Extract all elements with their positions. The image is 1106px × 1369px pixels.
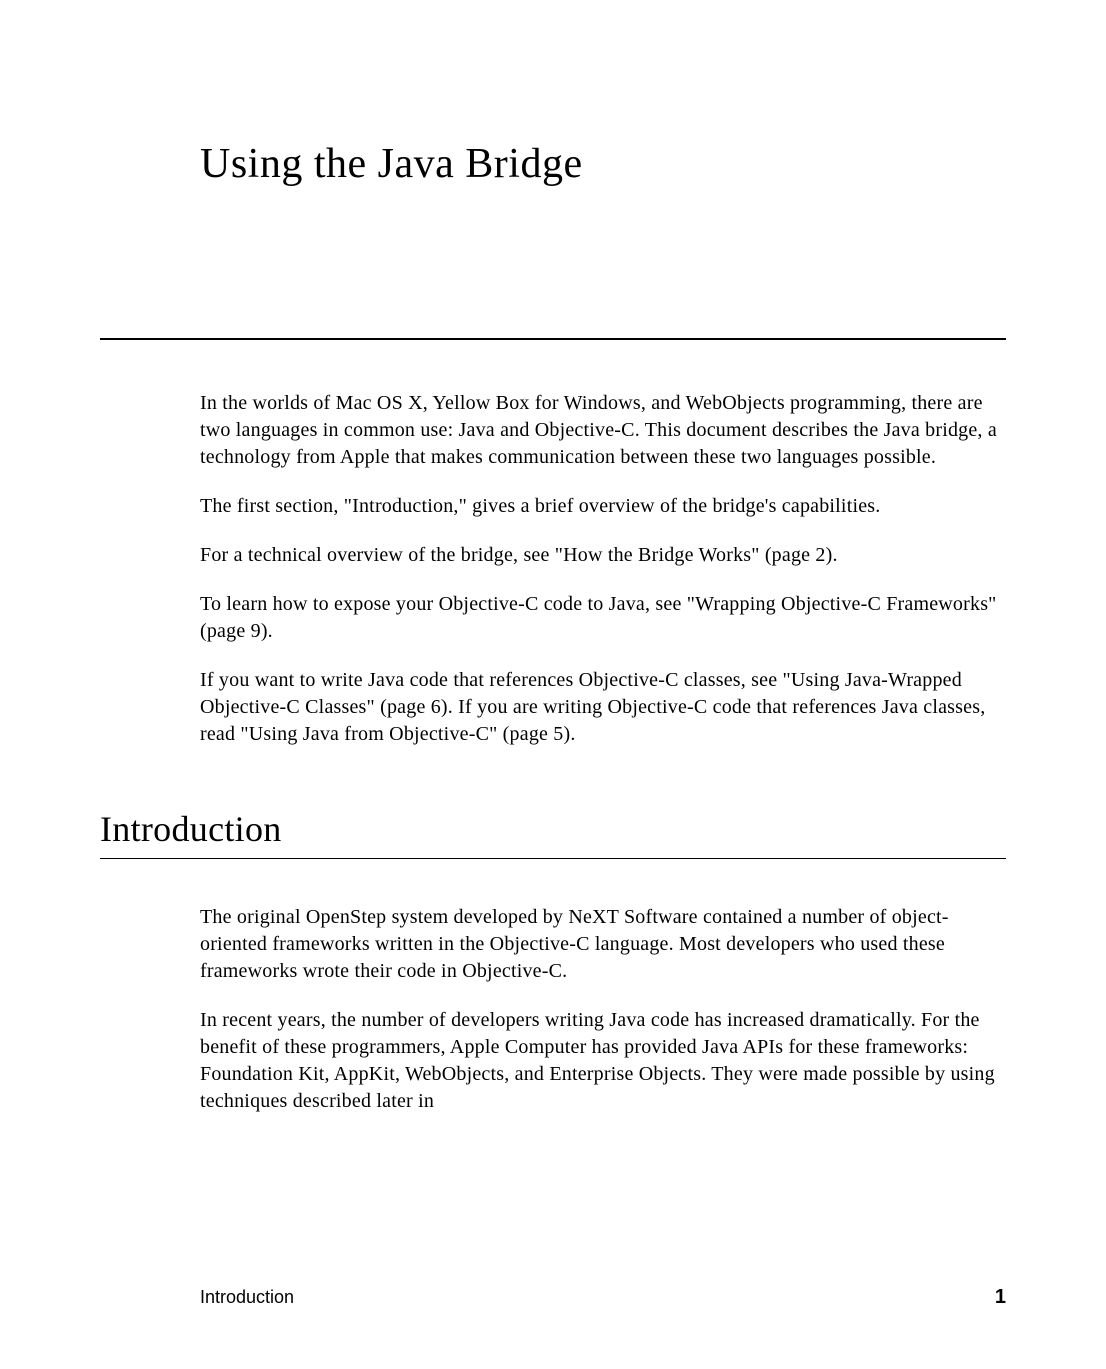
intro-paragraph: In the worlds of Mac OS X, Yellow Box fo… [200,390,1006,471]
section-paragraph: In recent years, the number of developer… [200,1007,1006,1115]
intro-paragraph: The first section, "Introduction," gives… [200,493,1006,520]
document-page: Using the Java Bridge In the worlds of M… [0,0,1106,1369]
chapter-intro-block: In the worlds of Mac OS X, Yellow Box fo… [200,390,1006,748]
intro-paragraph: To learn how to expose your Objective-C … [200,591,1006,645]
intro-paragraph: For a technical overview of the bridge, … [200,542,1006,569]
footer-section-label: Introduction [200,1287,294,1308]
chapter-title: Using the Java Bridge [200,140,1006,188]
section-heading-introduction: Introduction [100,808,1006,850]
intro-paragraph: If you want to write Java code that refe… [200,667,1006,748]
page-footer: Introduction 1 [200,1286,1006,1309]
section-rule [100,858,1006,859]
section-paragraph: The original OpenStep system developed b… [200,904,1006,985]
chapter-rule [100,338,1006,340]
section-body-block: The original OpenStep system developed b… [200,904,1006,1115]
footer-page-number: 1 [995,1286,1006,1309]
